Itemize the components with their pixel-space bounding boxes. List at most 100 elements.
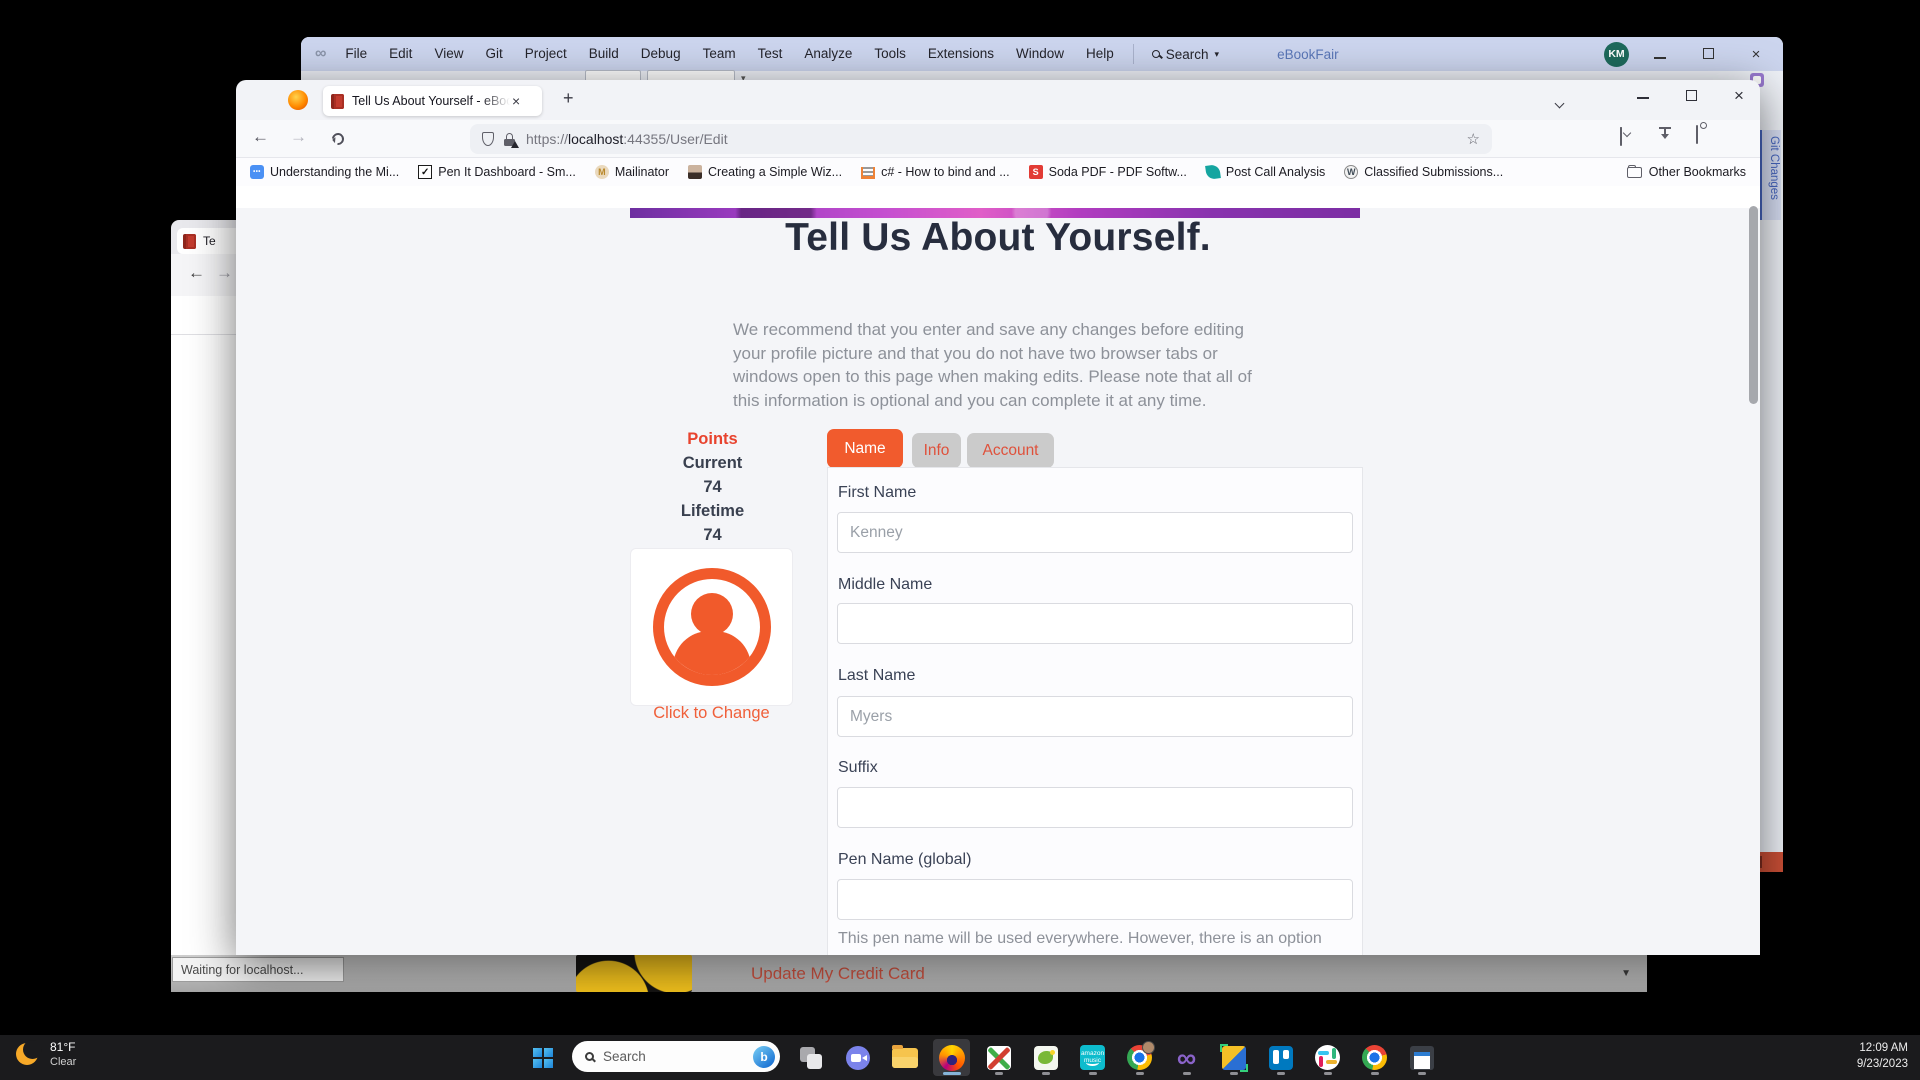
firefox-close-button[interactable]: × (1724, 86, 1754, 106)
profile-picture-card[interactable] (630, 548, 793, 706)
soda-pdf-icon: S (1029, 165, 1043, 179)
teams-chat-icon[interactable] (839, 1039, 876, 1076)
bookmark-post-call-analysis[interactable]: Post Call Analysis (1206, 165, 1325, 179)
active-tab[interactable]: Tell Us About Yourself - eBookF × (323, 86, 542, 116)
vs-git-changes-tab[interactable]: Git Changes (1760, 130, 1781, 220)
bookmark-creating-wizard[interactable]: Creating a Simple Wiz... (688, 165, 842, 179)
first-name-label: First Name (838, 484, 916, 502)
url-text: https://localhost:44355/User/Edit (526, 131, 728, 147)
middle-name-input[interactable] (837, 603, 1353, 644)
points-current-value: 74 (635, 475, 790, 499)
x-cross-app-icon[interactable] (980, 1039, 1017, 1076)
select-dropdown-icon[interactable]: ▼ (1621, 968, 1631, 979)
search-icon (1152, 50, 1160, 58)
slack-icon[interactable] (1309, 1039, 1346, 1076)
vs-menu-view[interactable]: View (423, 37, 474, 71)
weather-widget[interactable]: 81°F Clear (50, 1040, 76, 1070)
vs-menu-file[interactable]: File (334, 37, 378, 71)
weather-moon-icon[interactable] (16, 1043, 40, 1067)
bookmark-soda-pdf[interactable]: SSoda PDF - PDF Softw... (1029, 165, 1187, 179)
tab-name[interactable]: Name (827, 429, 903, 468)
bookmarks-bar: •••Understanding the Mi... ✓Pen It Dashb… (236, 158, 1760, 186)
insecure-lock-icon[interactable] (504, 133, 516, 146)
chrome-profile-icon[interactable] (1121, 1039, 1158, 1076)
vs-menu-test[interactable]: Test (747, 37, 794, 71)
task-view-button[interactable] (792, 1039, 829, 1076)
vs-menu-debug[interactable]: Debug (630, 37, 692, 71)
back-icon[interactable]: ← (252, 127, 269, 147)
points-current-label: Current (635, 451, 790, 475)
extensions-puzzle-icon[interactable] (1696, 126, 1698, 144)
tab-account[interactable]: Account (967, 433, 1054, 468)
bookmark-pen-it-dashboard[interactable]: ✓Pen It Dashboard - Sm... (418, 165, 576, 179)
update-credit-card-link[interactable]: Update My Credit Card (751, 955, 925, 992)
vs-menu-team[interactable]: Team (692, 37, 747, 71)
ebook-favicon (331, 94, 344, 109)
vs-menu-extensions[interactable]: Extensions (917, 37, 1005, 71)
folder-icon (1627, 167, 1642, 178)
vs-menu-window[interactable]: Window (1005, 37, 1075, 71)
firefox-minimize-button[interactable] (1628, 86, 1658, 103)
firefox-view-icon[interactable] (288, 90, 308, 110)
forward-icon[interactable]: → (290, 127, 307, 147)
vs-menu-edit[interactable]: Edit (378, 37, 423, 71)
leaf-icon (1205, 164, 1221, 180)
bookfair-banner-graphic (576, 955, 692, 992)
vs-user-avatar[interactable]: KM (1604, 42, 1629, 67)
chevron-down-icon: ▾ (1215, 49, 1220, 60)
bookmark-understanding[interactable]: •••Understanding the Mi... (250, 165, 399, 179)
pen-name-input[interactable] (837, 879, 1353, 920)
taskbar-search[interactable]: Search b (572, 1041, 780, 1072)
pocket-icon[interactable] (1620, 128, 1622, 146)
file-explorer-icon[interactable] (886, 1039, 923, 1076)
vs-search-button[interactable]: Search ▾ (1142, 47, 1229, 62)
windows-app-icon[interactable] (1403, 1039, 1440, 1076)
visual-studio-taskbar-icon[interactable]: ∞ (1168, 1039, 1205, 1076)
vs-minimize-button[interactable] (1643, 46, 1677, 63)
trello-icon[interactable] (1262, 1039, 1299, 1076)
list-all-tabs-icon[interactable] (1556, 94, 1563, 112)
firefox-taskbar-icon[interactable] (933, 1039, 970, 1076)
chrome-icon[interactable] (1356, 1039, 1393, 1076)
forward-icon[interactable]: → (216, 263, 233, 283)
tracking-shield-icon[interactable] (482, 132, 494, 146)
dots-icon: ••• (250, 165, 264, 179)
tab-info[interactable]: Info (912, 433, 961, 468)
bing-icon[interactable]: b (753, 1046, 775, 1068)
tab-close-icon[interactable]: × (512, 93, 520, 109)
page-title: Tell Us About Yourself. (236, 216, 1760, 260)
first-name-input[interactable] (837, 512, 1353, 553)
start-button[interactable] (533, 1048, 553, 1068)
new-tab-button[interactable]: + (563, 88, 574, 109)
vs-menu-git[interactable]: Git (474, 37, 513, 71)
vs-menu-tools[interactable]: Tools (863, 37, 917, 71)
amazon-music-icon[interactable]: amazonmusic (1074, 1039, 1111, 1076)
vs-menu-analyze[interactable]: Analyze (793, 37, 863, 71)
vs-menu-help[interactable]: Help (1075, 37, 1125, 71)
notepad-plus-plus-icon[interactable] (1027, 1039, 1064, 1076)
vs-maximize-button[interactable] (1691, 46, 1725, 63)
bookmark-mailinator[interactable]: MMailinator (595, 165, 669, 179)
url-bar[interactable]: https://localhost:44355/User/Edit ☆ (470, 124, 1492, 154)
taskbar-clock[interactable]: 12:09 AM 9/23/2023 (1857, 1040, 1908, 1072)
other-bookmarks-button[interactable]: Other Bookmarks (1627, 165, 1746, 179)
avatar-placeholder-icon[interactable] (653, 568, 771, 686)
weather-condition: Clear (50, 1055, 76, 1070)
vs-close-button[interactable]: × (1739, 46, 1773, 63)
vs-menu-build[interactable]: Build (578, 37, 630, 71)
credit-card-select-bar[interactable]: Update My Credit Card ▼ (171, 955, 1647, 992)
back-icon[interactable]: ← (188, 263, 205, 283)
last-name-input[interactable] (837, 696, 1353, 737)
suffix-input[interactable] (837, 787, 1353, 828)
firefox-maximize-button[interactable] (1676, 88, 1706, 105)
page-scrollbar[interactable] (1749, 206, 1758, 404)
dev-tool-icon[interactable] (1215, 1039, 1252, 1076)
reload-icon[interactable] (330, 131, 347, 148)
stackoverflow-icon (861, 167, 875, 179)
bookmark-classified-submissions[interactable]: WClassified Submissions... (1344, 165, 1503, 179)
bookmark-stackoverflow[interactable]: c# - How to bind and ... (861, 165, 1010, 179)
vs-menu-project[interactable]: Project (514, 37, 578, 71)
bookmark-star-icon[interactable]: ☆ (1467, 130, 1480, 148)
click-to-change-link[interactable]: Click to Change (588, 704, 835, 723)
ebook-favicon (183, 234, 196, 249)
